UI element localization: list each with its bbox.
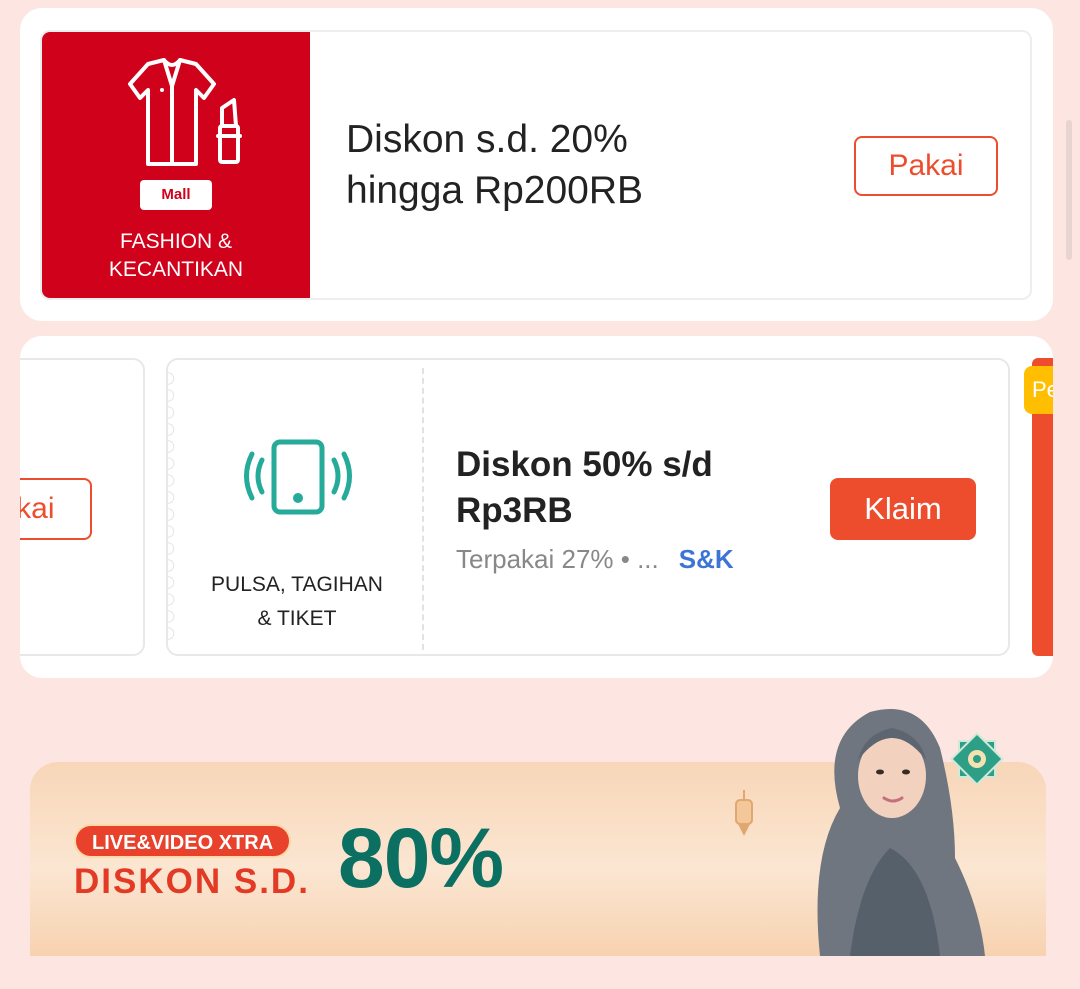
- voucher-usage-row: Terpakai 27% • ... S&K: [456, 544, 734, 575]
- category-line-2: & TIKET: [257, 607, 337, 630]
- category-line-1: FASHION &: [119, 230, 233, 253]
- mall-badge: Mall: [140, 180, 212, 210]
- use-voucher-button[interactable]: Pakai: [854, 136, 998, 196]
- lantern-icon: [735, 790, 753, 836]
- voucher-card-partial-left[interactable]: akai: [20, 358, 145, 656]
- scrollbar[interactable]: [1066, 120, 1072, 260]
- banner-percent: 80%: [338, 811, 504, 905]
- voucher-card-fashion[interactable]: Mall FASHION & KECANTIKAN Diskon s.d. 20…: [40, 30, 1032, 300]
- voucher-category-block: Mall FASHION & KECANTIKAN: [42, 32, 310, 298]
- dashed-divider: [422, 368, 424, 650]
- phone-vibrate-icon: [244, 439, 352, 515]
- voucher-panel-mall: Mall FASHION & KECANTIKAN Diskon s.d. 20…: [20, 8, 1053, 321]
- voucher-title-line-1: Diskon 50% s/d: [456, 445, 713, 484]
- usage-text: Terpakai 27% • ...: [456, 544, 659, 574]
- shirt-lipstick-icon: [128, 58, 242, 166]
- voucher-category-label: PULSA, TAGIHAN & TIKET: [182, 568, 412, 636]
- voucher-card-pulsa[interactable]: PULSA, TAGIHAN & TIKET Diskon 50% s/d Rp…: [166, 358, 1010, 656]
- promo-banner[interactable]: LIVE&VIDEO XTRA DISKON S.D. 80%: [30, 690, 1046, 956]
- live-video-xtra-badge: LIVE&VIDEO XTRA: [74, 824, 292, 858]
- use-voucher-button-partial[interactable]: akai: [20, 478, 92, 540]
- banner-headline: DISKON S.D.: [74, 862, 310, 901]
- voucher-title: Diskon s.d. 20% hingga Rp200RB: [346, 114, 746, 216]
- category-line-2: KECANTIKAN: [108, 258, 244, 281]
- voucher-title-line-2: Rp3RB: [456, 491, 573, 530]
- category-line-1: PULSA, TAGIHAN: [211, 573, 383, 596]
- voucher-title: Diskon 50% s/d Rp3RB: [456, 442, 786, 534]
- claim-voucher-button[interactable]: Klaim: [830, 478, 976, 540]
- ticket-edge: [168, 370, 180, 640]
- voucher-category-label: FASHION & KECANTIKAN: [42, 228, 310, 284]
- voucher-tag: Pe: [1024, 366, 1053, 414]
- voucher-title-line-2: hingga Rp200RB: [346, 169, 644, 212]
- voucher-title-line-1: Diskon s.d. 20%: [346, 118, 628, 161]
- voucher-carousel[interactable]: akai PULSA, TAGIHAN & TIKET Diskon 50% s…: [20, 336, 1053, 678]
- terms-link[interactable]: S&K: [679, 544, 734, 574]
- model-photo: [817, 708, 985, 956]
